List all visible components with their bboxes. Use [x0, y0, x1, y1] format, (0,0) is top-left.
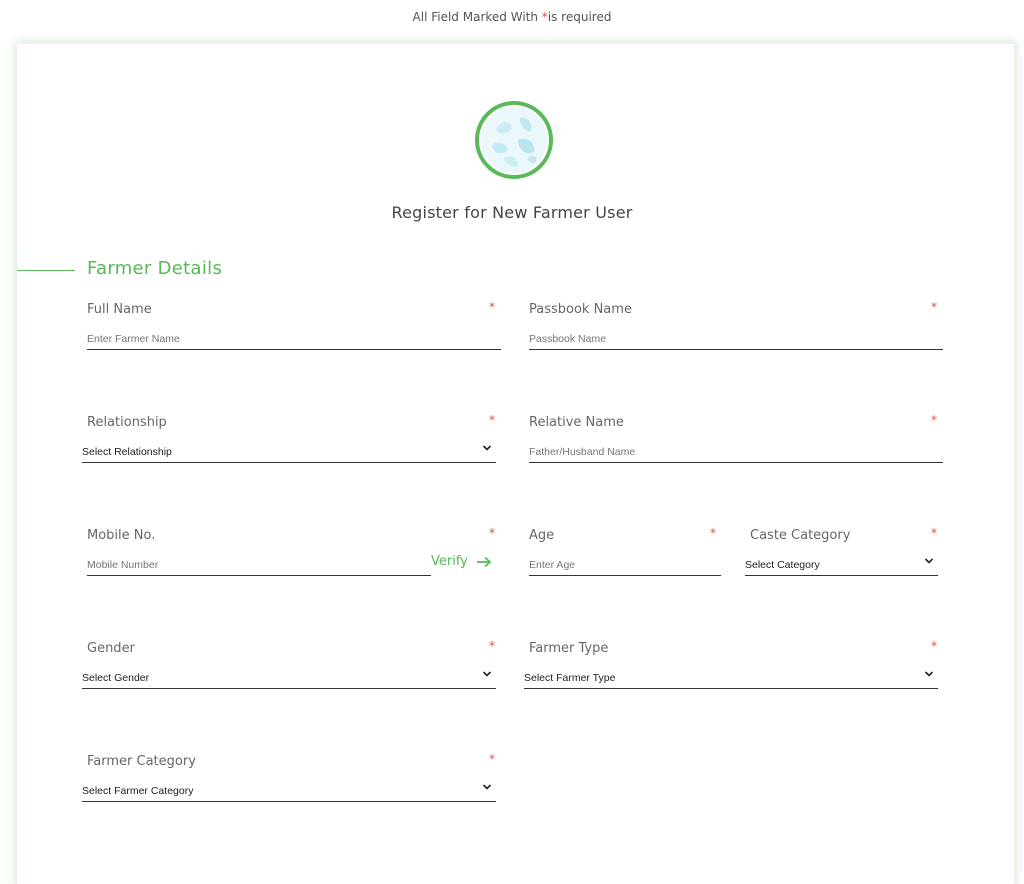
relationship-selected-value: Select Relationship: [82, 446, 172, 458]
passbook-name-label: Passbook Name: [529, 302, 632, 317]
passbook-name-required-star: *: [931, 300, 937, 314]
passbook-name-input[interactable]: [529, 328, 943, 350]
caste-category-select[interactable]: Select Category: [745, 554, 938, 576]
note-suffix: is required: [547, 10, 612, 24]
chevron-down-icon: [482, 445, 492, 451]
caste-category-required-star: *: [931, 526, 937, 540]
verify-label: Verify: [431, 554, 468, 569]
farmer-category-select[interactable]: Select Farmer Category: [82, 780, 496, 802]
mobile-label: Mobile No.: [87, 528, 156, 543]
chevron-down-icon: [482, 671, 492, 677]
farmer-category-required-star: *: [489, 752, 495, 766]
farmer-type-select[interactable]: Select Farmer Type: [524, 667, 938, 689]
chevron-down-icon: [482, 784, 492, 790]
arrow-right-icon: [476, 556, 492, 567]
note-prefix: All Field Marked With: [412, 10, 542, 24]
farmer-type-selected-value: Select Farmer Type: [524, 672, 616, 684]
section-divider: [17, 270, 75, 271]
age-input[interactable]: [529, 554, 721, 576]
section-title: Farmer Details: [87, 258, 223, 279]
gender-selected-value: Select Gender: [82, 672, 150, 684]
gender-select[interactable]: Select Gender: [82, 667, 496, 689]
chevron-down-icon: [924, 671, 934, 677]
relationship-required-star: *: [489, 413, 495, 427]
gender-required-star: *: [489, 639, 495, 653]
chevron-down-icon: [924, 558, 934, 564]
full-name-input[interactable]: [87, 328, 501, 350]
mobile-required-star: *: [489, 526, 495, 540]
leaf-globe-icon: [475, 101, 553, 179]
relative-name-required-star: *: [931, 413, 937, 427]
gender-label: Gender: [87, 641, 135, 656]
caste-category-selected-value: Select Category: [745, 559, 820, 571]
required-fields-note: All Field Marked With *is required: [0, 10, 1024, 24]
farmer-category-selected-value: Select Farmer Category: [82, 785, 194, 797]
relative-name-input[interactable]: [529, 441, 943, 463]
page-title: Register for New Farmer User: [391, 203, 633, 222]
farmer-category-label: Farmer Category: [87, 754, 196, 769]
farmer-type-required-star: *: [931, 639, 937, 653]
full-name-label: Full Name: [87, 302, 152, 317]
full-name-required-star: *: [489, 300, 495, 314]
relationship-label: Relationship: [87, 415, 167, 430]
mobile-input[interactable]: [87, 554, 431, 576]
relative-name-label: Relative Name: [529, 415, 624, 430]
verify-button[interactable]: Verify: [431, 554, 492, 569]
farmer-type-label: Farmer Type: [529, 641, 609, 656]
age-required-star: *: [710, 526, 716, 540]
caste-category-label: Caste Category: [750, 528, 851, 543]
age-label: Age: [529, 528, 555, 543]
relationship-select[interactable]: Select Relationship: [82, 441, 496, 463]
